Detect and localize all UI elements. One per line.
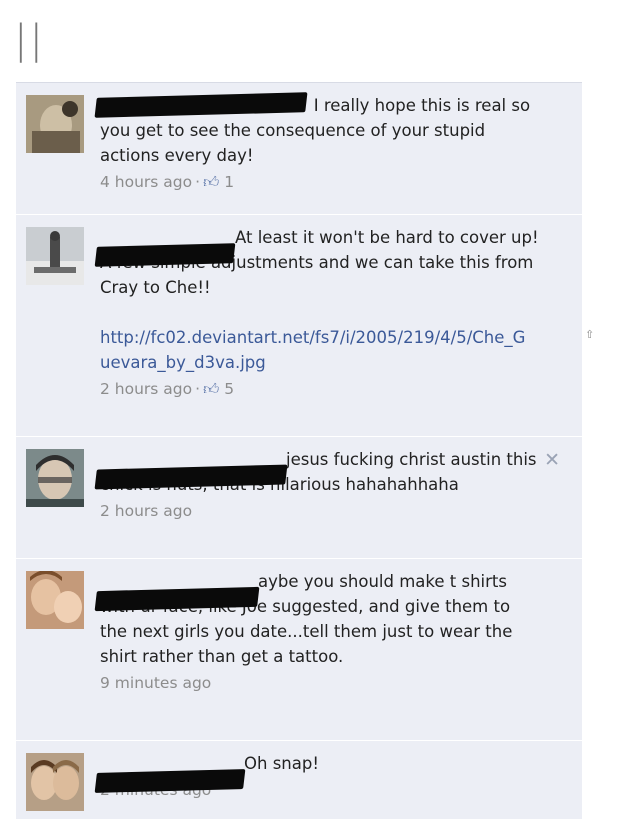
comment-item: Oh snap! 2 minutes ago xyxy=(16,741,582,819)
comment-timestamp[interactable]: 2 hours ago xyxy=(100,502,192,520)
page-corner-mark: || xyxy=(14,17,45,63)
comment-timestamp[interactable]: 2 hours ago xyxy=(100,380,192,398)
thumbs-up-icon[interactable]: 👍︎ xyxy=(203,380,219,398)
comment-body: jesus fucking christ austin this chick i… xyxy=(94,447,540,524)
avatar[interactable] xyxy=(26,95,84,153)
avatar[interactable] xyxy=(26,449,84,507)
meta-separator: · xyxy=(195,173,201,191)
comment-meta: 2 hours ago xyxy=(100,499,540,524)
comment-text: aybe you should make t shirts with ur fa… xyxy=(100,572,513,666)
redaction-bar xyxy=(94,92,308,118)
comment-body: DI really hope this is real so you get t… xyxy=(94,92,540,195)
comment-meta: 2 hours ago · 👍︎ 5 xyxy=(100,377,540,402)
close-icon[interactable]: ✕ xyxy=(544,449,560,471)
comment-item: DI really hope this is real so you get t… xyxy=(16,83,582,215)
comment-body: aybe you should make t shirts with ur fa… xyxy=(94,569,540,696)
redaction-bar xyxy=(94,769,246,793)
comment-link[interactable]: http://fc02.deviantart.net/fs7/i/2005/21… xyxy=(100,328,525,372)
like-count[interactable]: 1 xyxy=(224,173,234,191)
comment-item: aybe you should make t shirts with ur fa… xyxy=(16,559,582,741)
comment-author[interactable]: D xyxy=(94,92,308,118)
comment-meta: 4 hours ago · 👍︎ 1 xyxy=(100,170,540,195)
avatar[interactable] xyxy=(26,227,84,285)
meta-separator: · xyxy=(195,380,201,398)
like-count[interactable]: 5 xyxy=(224,380,234,398)
thumbs-up-icon[interactable]: 👍︎ xyxy=(203,173,219,191)
comment-meta: 9 minutes ago xyxy=(100,671,540,696)
comment-body: At least it won't be hard to cover up! A… xyxy=(94,225,540,402)
comment-text: Oh snap! xyxy=(244,754,319,773)
comment-item: At least it won't be hard to cover up! A… xyxy=(16,215,582,437)
comment-timestamp[interactable]: 9 minutes ago xyxy=(100,674,211,692)
comment-body: Oh snap! 2 minutes ago xyxy=(94,751,540,803)
avatar[interactable] xyxy=(26,571,84,629)
comment-timestamp[interactable]: 4 hours ago xyxy=(100,173,192,191)
redaction-bar xyxy=(94,243,236,267)
comment-item: jesus fucking christ austin this chick i… xyxy=(16,437,582,559)
comment-thread: DI really hope this is real so you get t… xyxy=(16,82,582,819)
cursor-mark: ⇧ xyxy=(585,328,595,341)
avatar[interactable] xyxy=(26,753,84,811)
